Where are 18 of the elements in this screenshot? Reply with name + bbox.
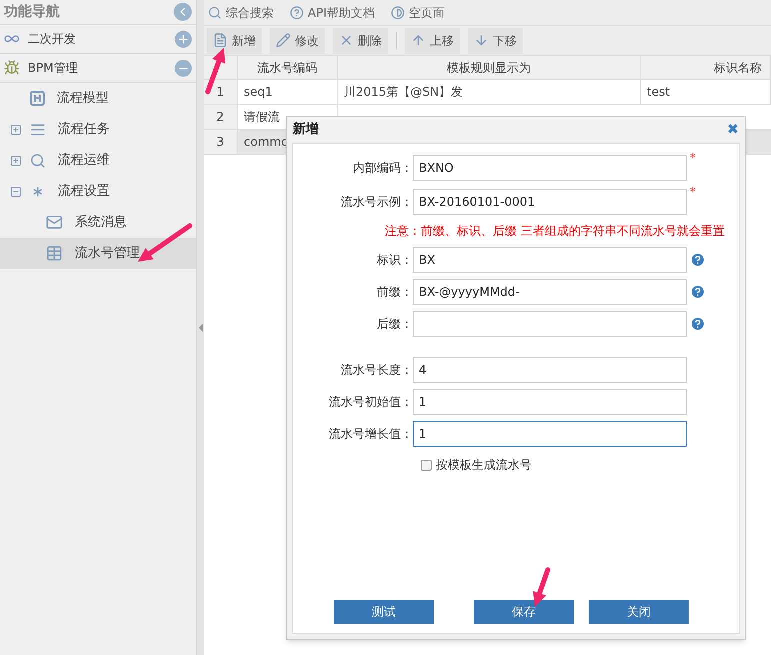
required-mark: * [690, 186, 696, 198]
field-label: 流水号增长值： [328, 426, 413, 443]
required-mark: * [690, 152, 696, 164]
sidebar-title: 功能导航 [4, 2, 60, 22]
row-number: 3 [204, 130, 238, 154]
row-number: 1 [204, 80, 238, 104]
table-cell: 川2015第【@SN】发 [338, 80, 641, 104]
table-cell: seq1 [238, 80, 338, 104]
field-label: 流水号初始值： [328, 394, 413, 411]
row-number: 2 [204, 105, 238, 129]
field-label: 内部编码： [352, 160, 413, 177]
field-label: 标识： [376, 252, 413, 269]
table-cell: test [641, 80, 771, 104]
field-label: 后缀： [376, 316, 413, 333]
field-label: 前缀： [376, 284, 413, 301]
warning-note: 注意：前缀、标识、后缀 三者组成的字符串不同流水号就会重置 [384, 223, 726, 240]
field-label: 流水号示例： [340, 194, 413, 211]
field-label: 流水号长度： [340, 362, 413, 379]
